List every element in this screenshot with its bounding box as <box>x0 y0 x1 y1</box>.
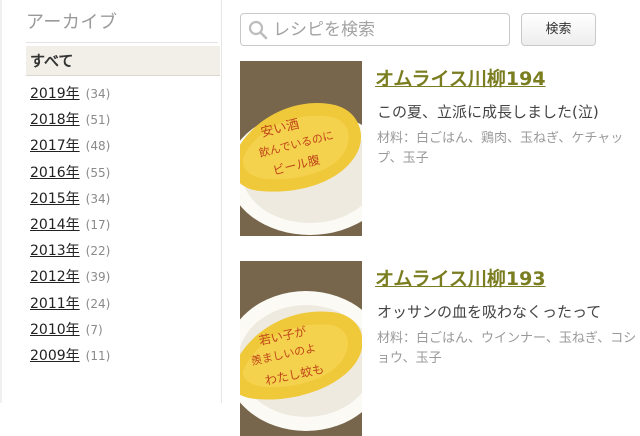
recipe-title-link[interactable]: オムライス川柳193 <box>375 264 640 291</box>
archive-year-link[interactable]: 2012年 <box>30 269 80 285</box>
archive-year-item: 2015年 (34) <box>30 189 110 215</box>
archive-year-item: 2013年 (22) <box>30 241 110 267</box>
archive-year-count: (34) <box>85 87 111 101</box>
archive-year-count: (55) <box>85 165 111 180</box>
archive-year-link[interactable]: 2015年 <box>30 191 80 207</box>
archive-year-link[interactable]: 2013年 <box>30 243 80 259</box>
archive-year-item: 2011年 (24) <box>30 294 110 320</box>
archive-year-item: 2010年 (7) <box>30 320 110 346</box>
search-input[interactable] <box>269 19 509 40</box>
archive-year-item: 2019年 (34) <box>30 84 110 110</box>
search-button[interactable]: 検索 <box>521 13 596 46</box>
archive-year-link[interactable]: 2010年 <box>30 322 80 338</box>
archive-year-count: (17) <box>85 217 111 232</box>
archive-year-link[interactable]: 2014年 <box>30 217 80 233</box>
archive-sidebar: アーカイブ すべて 2019年 (34) 2018年 (51) 2017年 (48) 201… <box>20 0 222 403</box>
archive-all-link[interactable]: すべて <box>26 46 220 76</box>
archive-year-item: 2018年 (51) <box>30 110 110 136</box>
archive-year-item: 2016年 (55) <box>30 163 110 189</box>
archive-year-count: (24) <box>85 296 111 311</box>
archive-year-list: 2019年 (34) 2018年 (51) 2017年 (48) 2016年 (55) 2015… <box>30 84 110 372</box>
page-left-border <box>0 0 2 403</box>
recipe-title-link[interactable]: オムライス川柳194 <box>375 64 640 91</box>
recipe-ingredients: 材料：白ごはん、鶏肉、玉ねぎ、ケチャップ、玉子 <box>377 131 624 166</box>
archive-year-item: 2009年 (11) <box>30 346 110 372</box>
archive-year-count: (7) <box>85 322 103 337</box>
search-icon <box>248 20 268 39</box>
archive-year-link[interactable]: 2017年 <box>30 138 80 154</box>
archive-heading: アーカイブ <box>26 8 218 43</box>
archive-year-item: 2012年 (39) <box>30 267 110 293</box>
archive-year-item: 2017年 (48) <box>30 136 110 162</box>
archive-year-count: (48) <box>85 139 111 154</box>
archive-year-count: (51) <box>85 113 111 128</box>
recipe-photo[interactable]: 若い子が 羨ましいのよ わたし蚊も <box>240 261 362 436</box>
recipe-description: オッサンの血を吸わなくったって <box>377 303 602 321</box>
archive-year-count: (39) <box>85 270 111 285</box>
archive-year-link[interactable]: 2019年 <box>30 86 80 102</box>
recipe-description: この夏、立派に成長しました(泣) <box>377 103 599 121</box>
recipe-ingredients: 材料：白ごはん、ウインナー、玉ねぎ、コショウ、玉子 <box>377 331 637 366</box>
archive-year-item: 2014年 (17) <box>30 215 110 241</box>
archive-year-link[interactable]: 2018年 <box>30 112 80 128</box>
archive-year-count: (22) <box>85 244 111 259</box>
archive-year-count: (34) <box>85 191 111 206</box>
archive-year-link[interactable]: 2016年 <box>30 165 80 181</box>
archive-year-link[interactable]: 2009年 <box>30 348 80 364</box>
archive-year-count: (11) <box>85 348 111 363</box>
recipe-photo[interactable]: 安い酒 飲んでいるのに ビール腹 <box>240 61 362 236</box>
archive-year-link[interactable]: 2011年 <box>30 296 80 312</box>
search-box[interactable] <box>240 13 510 46</box>
